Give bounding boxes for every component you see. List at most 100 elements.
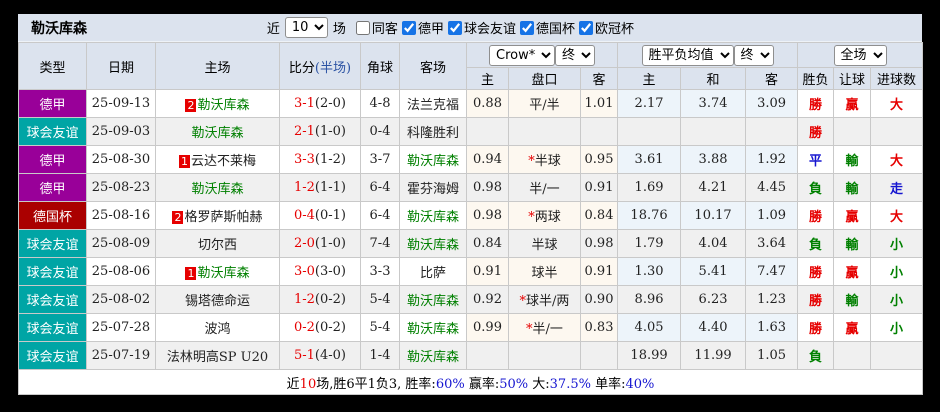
col-result-spread: 让球 bbox=[834, 68, 871, 90]
score-label: 比分 bbox=[289, 61, 315, 76]
match-type: 球会友谊 bbox=[19, 286, 87, 314]
match-type: 球会友谊 bbox=[19, 230, 87, 258]
away-team: 勒沃库森 bbox=[400, 286, 467, 314]
crown-home-odds bbox=[467, 342, 509, 370]
same-away-checkbox[interactable] bbox=[356, 21, 370, 35]
table-row: 球会友谊25-08-02锡塔德命运1-2(0-2)5-4勒沃库森0.92*球半/… bbox=[19, 286, 923, 314]
match-date: 25-09-03 bbox=[87, 118, 156, 146]
handicap: 半/一 bbox=[509, 174, 581, 202]
result-spread: 輸 bbox=[834, 174, 871, 202]
col-result-wdl: 胜负 bbox=[798, 68, 834, 90]
handicap: 平/半 bbox=[509, 90, 581, 118]
away-team-name: 勒沃库森 bbox=[407, 350, 459, 365]
fulltime-score: 5-1 bbox=[294, 348, 315, 363]
avg-odds-select[interactable]: 胜平负均值 bbox=[642, 45, 734, 66]
half-score-toggle[interactable]: (半场) bbox=[315, 61, 351, 76]
result-wdl: 負 bbox=[798, 230, 834, 258]
avg-lose-odds: 3.09 bbox=[746, 90, 798, 118]
avg-lose-odds: 7.47 bbox=[746, 258, 798, 286]
home-team: 勒沃库森 bbox=[156, 118, 280, 146]
avg-draw-odds: 5.41 bbox=[681, 258, 746, 286]
stats-part: 近 bbox=[287, 377, 300, 392]
bookmaker-select[interactable]: Crow* bbox=[489, 45, 555, 66]
result-spread bbox=[834, 118, 871, 146]
stats-part: 场,胜6平1负3, 胜率: bbox=[316, 377, 436, 392]
stats-part: 37.5% bbox=[550, 377, 591, 392]
handicap: *半/一 bbox=[509, 314, 581, 342]
home-team-name: 切尔西 bbox=[198, 238, 237, 253]
result-spread-value: 贏 bbox=[846, 210, 859, 225]
crown-away-odds: 0.91 bbox=[581, 258, 618, 286]
avg-win-odds: 4.05 bbox=[618, 314, 681, 342]
result-spread-value: 輸 bbox=[846, 294, 859, 309]
result-goals-value: 大 bbox=[890, 154, 903, 169]
corner-count: 3-7 bbox=[361, 146, 400, 174]
competition-checkbox[interactable] bbox=[579, 21, 593, 35]
crown-away-odds: 0.83 bbox=[581, 314, 618, 342]
result-spread: 輸 bbox=[834, 230, 871, 258]
filter-club-friendly[interactable]: 球会友谊 bbox=[448, 18, 516, 37]
filter-label: 球会友谊 bbox=[464, 18, 516, 37]
crown-home-odds bbox=[467, 118, 509, 146]
fulltime-score: 2-1 bbox=[294, 124, 315, 139]
crown-away-odds: 0.95 bbox=[581, 146, 618, 174]
title-bar: 勒沃库森 近 10 场 同客 德甲 球会友谊 德 bbox=[18, 14, 922, 42]
home-team-name: 法林明高SP U20 bbox=[167, 350, 268, 365]
score: 5-1(4-0) bbox=[280, 342, 361, 370]
rank-badge: 2 bbox=[172, 211, 183, 224]
result-wdl: 負 bbox=[798, 174, 834, 202]
result-wdl: 勝 bbox=[798, 118, 834, 146]
filter-controls: 近 10 场 同客 德甲 球会友谊 德国杯 bbox=[267, 17, 922, 38]
avg-win-odds: 2.17 bbox=[618, 90, 681, 118]
result-goals-value: 小 bbox=[890, 322, 903, 337]
avg-lose-odds: 4.45 bbox=[746, 174, 798, 202]
result-goals: 小 bbox=[871, 230, 923, 258]
avg-win-odds: 1.79 bbox=[618, 230, 681, 258]
competition-checkbox[interactable] bbox=[448, 21, 462, 35]
result-goals-value: 大 bbox=[890, 210, 903, 225]
corner-count: 0-4 bbox=[361, 118, 400, 146]
col-corner: 角球 bbox=[361, 43, 400, 90]
recent-count-select[interactable]: 10 bbox=[285, 17, 328, 38]
avg-win-odds: 18.76 bbox=[618, 202, 681, 230]
col-avg-win: 主 bbox=[618, 68, 681, 90]
scope-select[interactable]: 全场 bbox=[834, 45, 887, 66]
away-team: 勒沃库森 bbox=[400, 202, 467, 230]
handicap-name: 半/一 bbox=[529, 182, 559, 197]
filter-champions-league[interactable]: 欧冠杯 bbox=[579, 18, 634, 37]
score: 1-2(0-2) bbox=[280, 286, 361, 314]
avg-draw-odds: 4.40 bbox=[681, 314, 746, 342]
result-goals: 大 bbox=[871, 146, 923, 174]
stats-summary: 近10场,胜6平1负3, 胜率:60% 赢率:50% 大:37.5% 单率:40… bbox=[287, 377, 655, 392]
competition-checkbox[interactable] bbox=[520, 21, 534, 35]
filter-dfb-pokal[interactable]: 德国杯 bbox=[520, 18, 575, 37]
avg-lose-odds: 3.64 bbox=[746, 230, 798, 258]
result-goals-value: 小 bbox=[890, 294, 903, 309]
result-goals bbox=[871, 118, 923, 146]
home-team-name: 勒沃库森 bbox=[197, 266, 249, 281]
table-row: 球会友谊25-08-061勒沃库森3-0(3-0)3-3比萨0.91球半0.91… bbox=[19, 258, 923, 286]
match-date: 25-07-28 bbox=[87, 314, 156, 342]
result-goals-value: 大 bbox=[890, 98, 903, 113]
avg-final-select[interactable]: 终 bbox=[734, 45, 774, 66]
result-wdl: 平 bbox=[798, 146, 834, 174]
result-wdl-value: 平 bbox=[809, 154, 822, 169]
fulltime-score: 1-2 bbox=[294, 292, 315, 307]
result-spread: 贏 bbox=[834, 202, 871, 230]
score: 2-0(1-0) bbox=[280, 230, 361, 258]
away-team: 法兰克福 bbox=[400, 90, 467, 118]
handicap: 球半 bbox=[509, 258, 581, 286]
rank-badge: 2 bbox=[185, 99, 196, 112]
crown-final-select[interactable]: 终 bbox=[555, 45, 595, 66]
home-team: 波鸿 bbox=[156, 314, 280, 342]
crown-home-odds: 0.94 bbox=[467, 146, 509, 174]
stats-row: 近10场,胜6平1负3, 胜率:60% 赢率:50% 大:37.5% 单率:40… bbox=[19, 370, 923, 395]
home-team-name: 勒沃库森 bbox=[191, 126, 243, 141]
result-wdl-value: 負 bbox=[809, 350, 822, 365]
handicap: *两球 bbox=[509, 202, 581, 230]
away-team: 勒沃库森 bbox=[400, 146, 467, 174]
away-team-name: 科隆胜利 bbox=[407, 126, 459, 141]
competition-checkbox[interactable] bbox=[402, 21, 416, 35]
avg-lose-odds: 1.23 bbox=[746, 286, 798, 314]
filter-bundesliga[interactable]: 德甲 bbox=[402, 18, 444, 37]
